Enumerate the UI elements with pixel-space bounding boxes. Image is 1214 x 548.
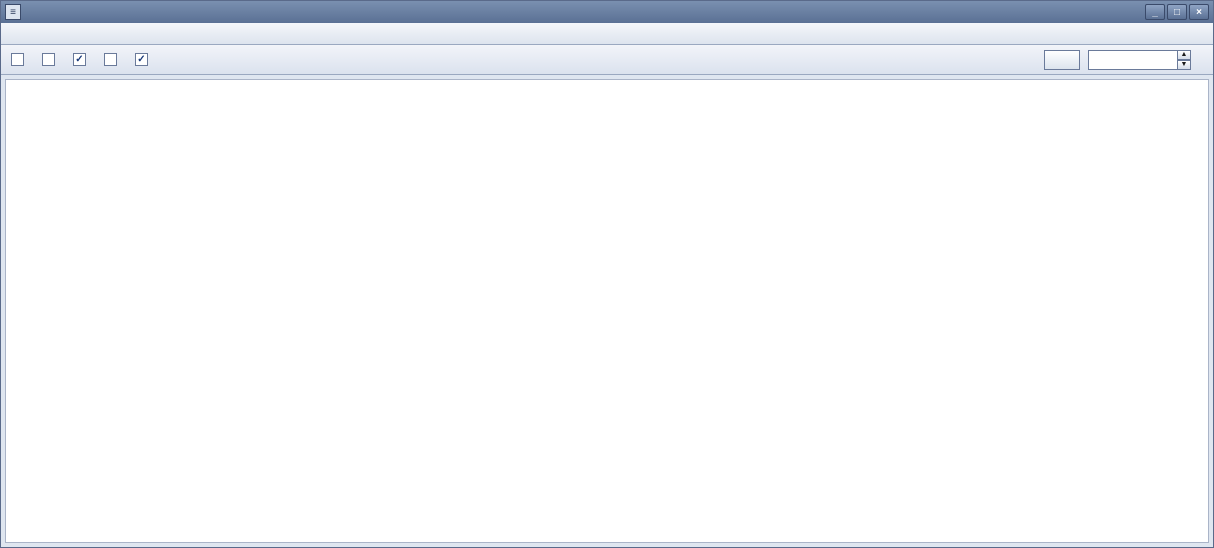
spin-down-button[interactable]: ▼ bbox=[1177, 60, 1191, 70]
zoom-plus-button[interactable] bbox=[1044, 50, 1080, 70]
checkbox-icon: ✓ bbox=[135, 53, 148, 66]
titlebar: ≡ _ □ × bbox=[1, 1, 1213, 23]
minimize-button[interactable]: _ bbox=[1145, 4, 1165, 20]
canvas-area bbox=[1, 75, 1213, 547]
maximize-button[interactable]: □ bbox=[1167, 4, 1187, 20]
page-spinner: ▲ ▼ bbox=[1088, 50, 1191, 70]
close-button[interactable]: × bbox=[1189, 4, 1209, 20]
checkbox-multi-align-colors[interactable]: ✓ bbox=[73, 53, 90, 66]
checkbox-icon bbox=[11, 53, 24, 66]
toolbar: ✓ ✓ ▲ ▼ bbox=[1, 45, 1213, 75]
page-input[interactable] bbox=[1088, 50, 1178, 70]
checkbox-icon: ✓ bbox=[73, 53, 86, 66]
checkbox-icon bbox=[42, 53, 55, 66]
app-window: ≡ _ □ × ✓ ✓ bbox=[0, 0, 1214, 548]
app-icon: ≡ bbox=[5, 4, 21, 20]
checkbox-show-only-alignments[interactable] bbox=[104, 53, 121, 66]
menubar bbox=[1, 23, 1213, 45]
spin-up-button[interactable]: ▲ bbox=[1177, 50, 1191, 60]
checkbox-icon bbox=[104, 53, 117, 66]
checkbox-show-tree-violations[interactable]: ✓ bbox=[135, 53, 152, 66]
menu-file[interactable] bbox=[9, 32, 21, 36]
checkbox-skewed-lines[interactable] bbox=[11, 53, 28, 66]
tree-svg bbox=[6, 80, 1208, 542]
tree-canvas[interactable] bbox=[5, 79, 1209, 543]
checkbox-show-heads[interactable] bbox=[42, 53, 59, 66]
